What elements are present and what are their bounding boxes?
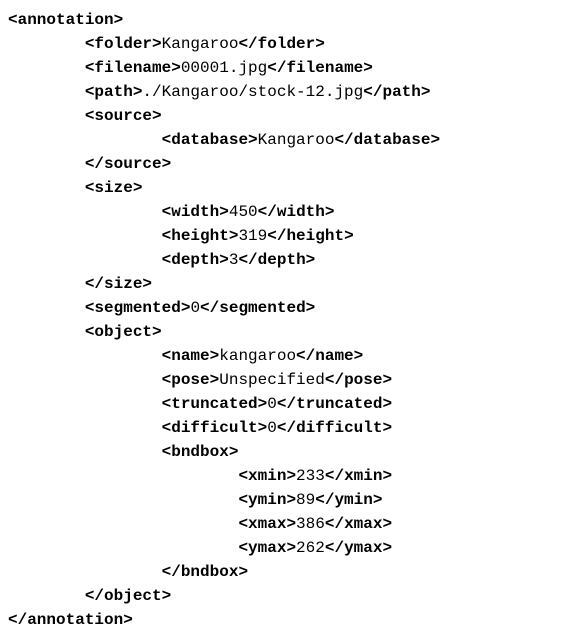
value-xmin: 233 [296, 467, 325, 485]
xml-annotation-block: <annotation> <folder>Kangaroo</folder> <… [0, 0, 565, 640]
tag-annotation-close: </annotation> [8, 611, 133, 629]
tag-pose-open: <pose> [162, 371, 220, 389]
tag-folder-close: </folder> [238, 35, 324, 53]
tag-width-close: </width> [258, 203, 335, 221]
value-filename: 00001.jpg [181, 59, 267, 77]
tag-ymax-open: <ymax> [238, 539, 296, 557]
tag-source-open: <source> [85, 107, 162, 125]
tag-height-open: <height> [162, 227, 239, 245]
value-pose: Unspecified [219, 371, 325, 389]
value-folder: Kangaroo [162, 35, 239, 53]
value-name: kangaroo [219, 347, 296, 365]
tag-xmin-close: </xmin> [325, 467, 392, 485]
tag-filename-close: </filename> [267, 59, 373, 77]
tag-segmented-open: <segmented> [85, 299, 191, 317]
tag-size-open: <size> [85, 179, 143, 197]
tag-bndbox-close: </bndbox> [162, 563, 248, 581]
tag-xmax-open: <xmax> [238, 515, 296, 533]
tag-truncated-open: <truncated> [162, 395, 268, 413]
tag-source-close: </source> [85, 155, 171, 173]
value-height: 319 [238, 227, 267, 245]
value-difficult: 0 [267, 419, 277, 437]
tag-object-open: <object> [85, 323, 162, 341]
value-width: 450 [229, 203, 258, 221]
tag-ymin-close: </ymin> [315, 491, 382, 509]
tag-xmin-open: <xmin> [238, 467, 296, 485]
value-segmented: 0 [190, 299, 200, 317]
tag-database-close: </database> [334, 131, 440, 149]
tag-truncated-close: </truncated> [277, 395, 392, 413]
value-ymin: 89 [296, 491, 315, 509]
tag-ymin-open: <ymin> [238, 491, 296, 509]
value-depth: 3 [229, 251, 239, 269]
tag-difficult-open: <difficult> [162, 419, 268, 437]
tag-name-close: </name> [296, 347, 363, 365]
value-path: ./Kangaroo/stock-12.jpg [142, 83, 363, 101]
tag-object-close: </object> [85, 587, 171, 605]
tag-path-open: <path> [85, 83, 143, 101]
tag-xmax-close: </xmax> [325, 515, 392, 533]
tag-height-close: </height> [267, 227, 353, 245]
tag-size-close: </size> [85, 275, 152, 293]
tag-segmented-close: </segmented> [200, 299, 315, 317]
tag-filename-open: <filename> [85, 59, 181, 77]
tag-ymax-close: </ymax> [325, 539, 392, 557]
tag-width-open: <width> [162, 203, 229, 221]
tag-depth-close: </depth> [238, 251, 315, 269]
value-ymax: 262 [296, 539, 325, 557]
tag-database-open: <database> [162, 131, 258, 149]
tag-folder-open: <folder> [85, 35, 162, 53]
tag-bndbox-open: <bndbox> [162, 443, 239, 461]
value-xmax: 386 [296, 515, 325, 533]
value-database: Kangaroo [258, 131, 335, 149]
tag-annotation-open: <annotation> [8, 11, 123, 29]
tag-depth-open: <depth> [162, 251, 229, 269]
value-truncated: 0 [267, 395, 277, 413]
tag-name-open: <name> [162, 347, 220, 365]
tag-pose-close: </pose> [325, 371, 392, 389]
tag-difficult-close: </difficult> [277, 419, 392, 437]
tag-path-close: </path> [363, 83, 430, 101]
